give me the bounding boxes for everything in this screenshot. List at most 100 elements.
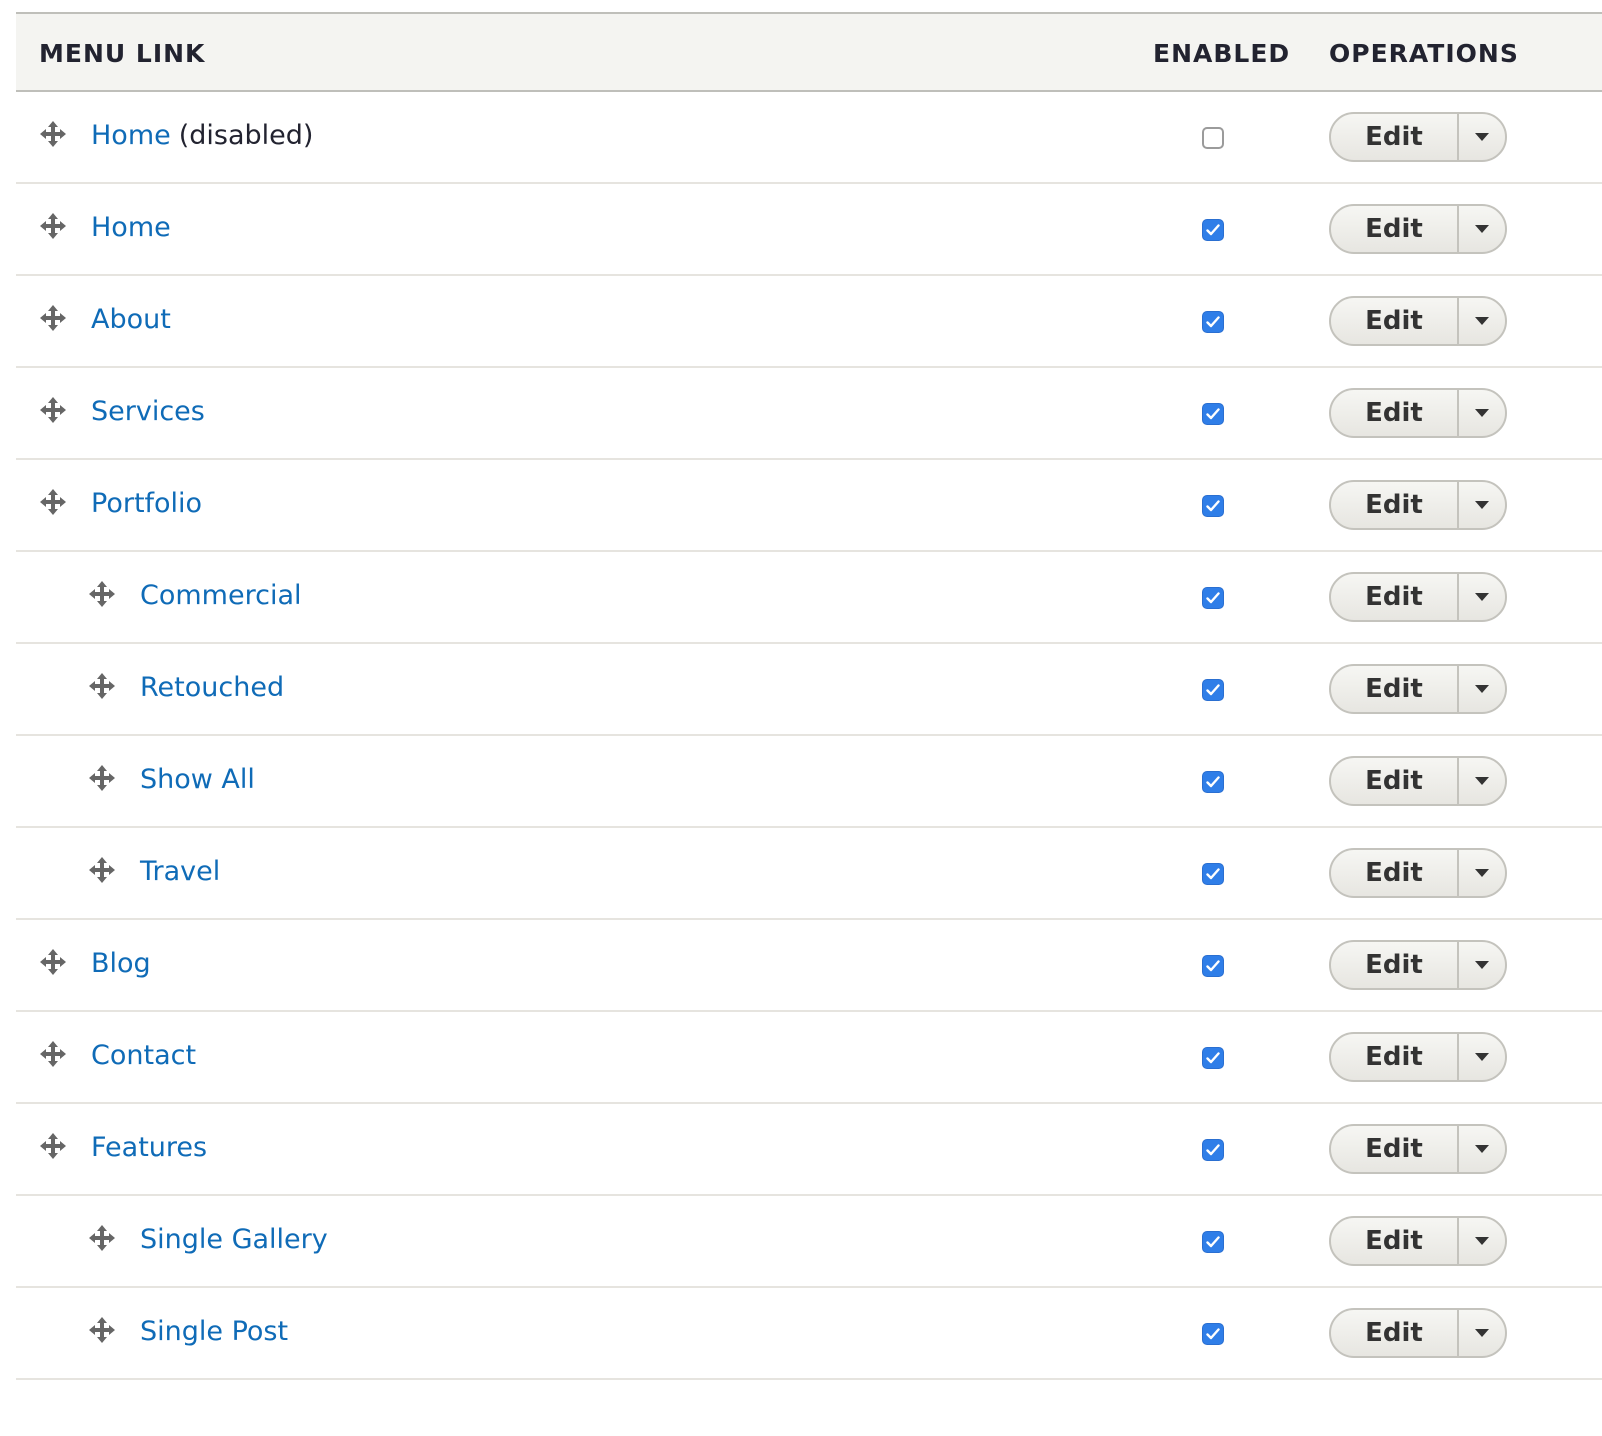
drag-handle-icon[interactable] bbox=[39, 212, 67, 240]
enabled-checkbox[interactable] bbox=[1202, 127, 1224, 149]
drag-handle-icon[interactable] bbox=[39, 120, 67, 148]
drag-handle-icon[interactable] bbox=[88, 764, 116, 792]
table-row: Single Post Edit bbox=[16, 1288, 1602, 1380]
menu-link[interactable]: Show All bbox=[140, 764, 255, 795]
edit-button[interactable]: Edit bbox=[1331, 1218, 1457, 1264]
table-row: Travel Edit bbox=[16, 828, 1602, 920]
drag-handle-icon[interactable] bbox=[39, 396, 67, 424]
drag-handle-icon[interactable] bbox=[88, 856, 116, 884]
caret-down-icon[interactable] bbox=[1459, 1034, 1505, 1080]
menu-link[interactable]: About bbox=[91, 304, 171, 335]
operations-dropbutton: Edit bbox=[1329, 388, 1507, 438]
edit-button[interactable]: Edit bbox=[1331, 1310, 1457, 1356]
menu-link[interactable]: Home bbox=[91, 120, 171, 151]
enabled-checkbox[interactable] bbox=[1202, 1323, 1224, 1345]
caret-down-icon[interactable] bbox=[1459, 114, 1505, 160]
operations-dropbutton: Edit bbox=[1329, 1032, 1507, 1082]
drag-handle-icon[interactable] bbox=[88, 672, 116, 700]
edit-button[interactable]: Edit bbox=[1331, 666, 1457, 712]
menu-link[interactable]: Contact bbox=[91, 1040, 196, 1071]
table-row: Home (disabled) Edit bbox=[16, 92, 1602, 184]
menu-link[interactable]: Portfolio bbox=[91, 488, 202, 519]
enabled-checkbox[interactable] bbox=[1202, 863, 1224, 885]
table-row: Commercial Edit bbox=[16, 552, 1602, 644]
table-body: Home (disabled) Edit Home Edit About Edit Servi… bbox=[16, 92, 1602, 1380]
operations-dropbutton: Edit bbox=[1329, 296, 1507, 346]
enabled-checkbox[interactable] bbox=[1202, 1047, 1224, 1069]
menu-link-cell: Services bbox=[91, 368, 205, 458]
menu-link[interactable]: Single Gallery bbox=[140, 1224, 328, 1255]
enabled-checkbox[interactable] bbox=[1202, 495, 1224, 517]
operations-dropbutton: Edit bbox=[1329, 480, 1507, 530]
drag-handle-icon[interactable] bbox=[39, 304, 67, 332]
caret-down-icon[interactable] bbox=[1459, 1126, 1505, 1172]
edit-button[interactable]: Edit bbox=[1331, 850, 1457, 896]
menu-link-cell: Home (disabled) bbox=[91, 92, 313, 182]
enabled-checkbox[interactable] bbox=[1202, 1139, 1224, 1161]
drag-handle-icon[interactable] bbox=[88, 580, 116, 608]
edit-button[interactable]: Edit bbox=[1331, 114, 1457, 160]
caret-down-icon[interactable] bbox=[1459, 298, 1505, 344]
header-enabled: ENABLED bbox=[1153, 39, 1291, 68]
operations-dropbutton: Edit bbox=[1329, 204, 1507, 254]
enabled-checkbox[interactable] bbox=[1202, 403, 1224, 425]
drag-handle-icon[interactable] bbox=[39, 1040, 67, 1068]
drag-handle-icon[interactable] bbox=[39, 948, 67, 976]
menu-link-cell: Home bbox=[91, 184, 171, 274]
table-row: Contact Edit bbox=[16, 1012, 1602, 1104]
menu-link-cell: Portfolio bbox=[91, 460, 202, 550]
header-menu-link: MENU LINK bbox=[39, 39, 206, 68]
enabled-checkbox[interactable] bbox=[1202, 679, 1224, 701]
enabled-checkbox[interactable] bbox=[1202, 311, 1224, 333]
caret-down-icon[interactable] bbox=[1459, 666, 1505, 712]
caret-down-icon[interactable] bbox=[1459, 206, 1505, 252]
operations-dropbutton: Edit bbox=[1329, 1308, 1507, 1358]
operations-dropbutton: Edit bbox=[1329, 1216, 1507, 1266]
table-row: Retouched Edit bbox=[16, 644, 1602, 736]
drag-handle-icon[interactable] bbox=[88, 1224, 116, 1252]
caret-down-icon[interactable] bbox=[1459, 390, 1505, 436]
menu-link-cell: Commercial bbox=[140, 552, 302, 642]
caret-down-icon[interactable] bbox=[1459, 1310, 1505, 1356]
drag-handle-icon[interactable] bbox=[39, 488, 67, 516]
menu-link-cell: Single Post bbox=[140, 1288, 288, 1378]
menu-link-cell: Features bbox=[91, 1104, 207, 1194]
edit-button[interactable]: Edit bbox=[1331, 942, 1457, 988]
enabled-checkbox[interactable] bbox=[1202, 955, 1224, 977]
menu-link[interactable]: Blog bbox=[91, 948, 151, 979]
caret-down-icon[interactable] bbox=[1459, 1218, 1505, 1264]
edit-button[interactable]: Edit bbox=[1331, 758, 1457, 804]
operations-dropbutton: Edit bbox=[1329, 848, 1507, 898]
menu-link-cell: Blog bbox=[91, 920, 151, 1010]
table-row: Show All Edit bbox=[16, 736, 1602, 828]
menu-link[interactable]: Single Post bbox=[140, 1316, 288, 1347]
enabled-checkbox[interactable] bbox=[1202, 1231, 1224, 1253]
menu-link[interactable]: Services bbox=[91, 396, 205, 427]
menu-link[interactable]: Features bbox=[91, 1132, 207, 1163]
table-row: Single Gallery Edit bbox=[16, 1196, 1602, 1288]
menu-link-cell: Travel bbox=[140, 828, 220, 918]
menu-link[interactable]: Commercial bbox=[140, 580, 302, 611]
enabled-checkbox[interactable] bbox=[1202, 587, 1224, 609]
menu-link[interactable]: Retouched bbox=[140, 672, 284, 703]
caret-down-icon[interactable] bbox=[1459, 850, 1505, 896]
edit-button[interactable]: Edit bbox=[1331, 298, 1457, 344]
caret-down-icon[interactable] bbox=[1459, 942, 1505, 988]
enabled-checkbox[interactable] bbox=[1202, 771, 1224, 793]
edit-button[interactable]: Edit bbox=[1331, 390, 1457, 436]
edit-button[interactable]: Edit bbox=[1331, 574, 1457, 620]
caret-down-icon[interactable] bbox=[1459, 758, 1505, 804]
edit-button[interactable]: Edit bbox=[1331, 206, 1457, 252]
edit-button[interactable]: Edit bbox=[1331, 482, 1457, 528]
edit-button[interactable]: Edit bbox=[1331, 1126, 1457, 1172]
menu-link[interactable]: Travel bbox=[140, 856, 220, 887]
caret-down-icon[interactable] bbox=[1459, 574, 1505, 620]
enabled-checkbox[interactable] bbox=[1202, 219, 1224, 241]
caret-down-icon[interactable] bbox=[1459, 482, 1505, 528]
menu-links-table: MENU LINK ENABLED OPERATIONS Home (disabl… bbox=[16, 12, 1602, 1380]
header-operations: OPERATIONS bbox=[1329, 39, 1519, 68]
menu-link[interactable]: Home bbox=[91, 212, 171, 243]
drag-handle-icon[interactable] bbox=[88, 1316, 116, 1344]
edit-button[interactable]: Edit bbox=[1331, 1034, 1457, 1080]
drag-handle-icon[interactable] bbox=[39, 1132, 67, 1160]
